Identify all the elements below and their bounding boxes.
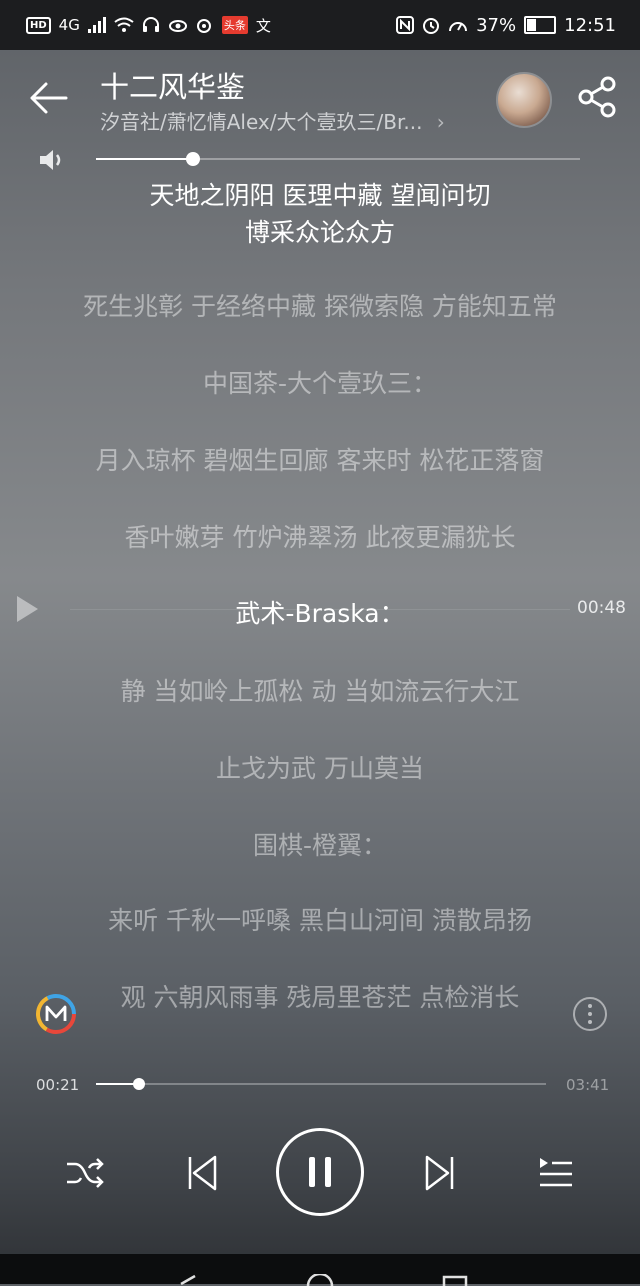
current-time: 00:21	[36, 1076, 80, 1094]
eye-icon	[168, 20, 187, 32]
battery-fill	[527, 19, 537, 31]
signal-icon	[87, 17, 106, 33]
app-badge: 头条	[221, 16, 248, 34]
headphone-icon	[142, 17, 159, 32]
play-from-line-icon[interactable]	[14, 594, 40, 624]
total-time: 03:41	[566, 1076, 610, 1094]
lyric-line[interactable]: 中国茶-大个壹玖三：	[0, 364, 640, 400]
clock: 12:51	[564, 14, 616, 36]
ime-indicator: 文	[255, 16, 271, 35]
more-icon[interactable]	[572, 996, 608, 1032]
lyric-line[interactable]: 止戈为武 万山莫当	[0, 749, 640, 785]
lyric-line[interactable]: 围棋-橙翼：	[0, 826, 640, 862]
lyric-line[interactable]: 月入琼杯 碧烟生回廊 客来时 松花正落窗	[0, 441, 640, 477]
playlist-button[interactable]	[532, 1150, 578, 1196]
chevron-right-icon: ›	[436, 110, 445, 134]
artist-names[interactable]: 汐音社/萧忆情Alex/大个壹玖三/Br... ›	[100, 106, 445, 135]
nav-home-icon[interactable]	[306, 1274, 334, 1286]
volume-slider-fill	[96, 158, 193, 160]
status-bar: HD 4G 头条 文 37% 12:51	[0, 0, 640, 50]
current-line-indicator	[70, 609, 570, 610]
lyric-line-current[interactable]: 武术-Braska：	[0, 594, 640, 630]
playlist-icon	[540, 1158, 572, 1187]
lyric-line[interactable]: 天地之阴阳 医理中藏 望闻问切	[0, 176, 640, 212]
speed-icon	[449, 22, 468, 32]
pause-icon	[309, 1157, 331, 1187]
nav-back-icon[interactable]	[175, 1274, 199, 1286]
network-type: 4G	[58, 16, 80, 34]
lyric-line[interactable]: 香叶嫩芽 竹炉沸翠汤 此夜更漏犹长	[0, 518, 640, 554]
lyric-line[interactable]: 博采众论众方	[0, 213, 640, 249]
status-left: HD 4G 头条 文	[26, 13, 271, 37]
battery-percent: 37%	[476, 14, 517, 36]
progress-thumb[interactable]	[132, 1078, 145, 1090]
lyric-line[interactable]: 静 当如岭上孤松 动 当如流云行大江	[0, 672, 640, 708]
lyric-line[interactable]: 死生兆彰 于经络中藏 探微索隐 方能知五常	[0, 287, 640, 323]
artist-names-text: 汐音社/萧忆情Alex/大个壹玖三/Br...	[100, 110, 423, 134]
alarm-icon	[423, 18, 440, 34]
previous-button[interactable]	[180, 1150, 224, 1196]
status-right: 37% 12:51	[396, 13, 616, 37]
lyric-line[interactable]: 观 六朝风雨事 残局里苍茫 点检消长	[0, 978, 640, 1014]
shuffle-button[interactable]	[62, 1150, 108, 1196]
battery-icon	[524, 16, 557, 34]
line-timestamp: 00:48	[577, 598, 626, 618]
lyric-line[interactable]: 来听 千秋一呼嗓 黑白山河间 溃散昂扬	[0, 901, 640, 937]
volume-slider-thumb[interactable]	[185, 152, 200, 166]
share-icon[interactable]	[576, 76, 618, 118]
nfc-icon	[396, 16, 415, 34]
pause-button[interactable]	[276, 1128, 364, 1216]
next-button[interactable]	[418, 1150, 462, 1196]
song-title: 十二风华鉴	[100, 70, 246, 104]
wifi-icon	[114, 17, 134, 32]
nav-recents-icon[interactable]	[442, 1274, 468, 1286]
shuffle-icon	[67, 1158, 104, 1188]
hd-badge: HD	[26, 16, 51, 34]
weibo-icon	[196, 19, 211, 33]
back-arrow-icon[interactable]	[26, 76, 70, 120]
progress-track[interactable]	[96, 1083, 546, 1085]
album-avatar[interactable]	[496, 72, 552, 128]
previous-icon	[188, 1155, 217, 1191]
next-icon	[425, 1155, 454, 1191]
m-logo-icon[interactable]	[34, 992, 78, 1036]
system-nav-bar	[0, 1254, 640, 1286]
speaker-icon[interactable]	[38, 147, 66, 173]
